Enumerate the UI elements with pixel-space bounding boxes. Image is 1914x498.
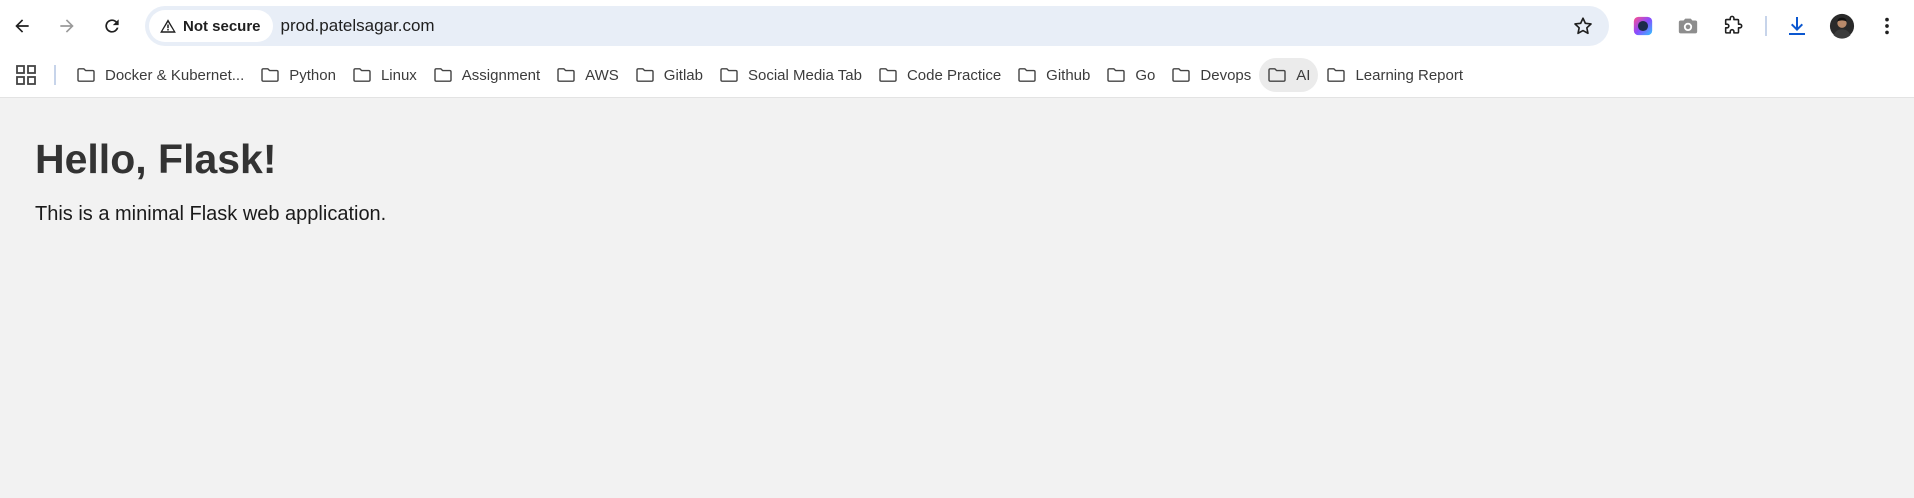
bookmark-label: Devops <box>1200 66 1252 84</box>
folder-icon <box>261 68 279 82</box>
page-content: Hello, Flask! This is a minimal Flask we… <box>0 98 1914 226</box>
address-bar[interactable]: Not secure prod.patelsagar.com <box>145 6 1609 46</box>
apps-button[interactable] <box>14 63 38 87</box>
bookmark-label: Social Media Tab <box>747 66 862 84</box>
folder-icon <box>879 68 897 82</box>
bookmark-folder[interactable]: AI <box>1259 58 1319 92</box>
bookmark-folder[interactable]: Go <box>1098 58 1163 92</box>
bookmark-folder[interactable]: Gitlab <box>627 58 711 92</box>
bookmark-label: Gitlab <box>663 66 703 84</box>
bookmarks-separator <box>54 65 56 85</box>
bookmark-label: Assignment <box>461 66 541 84</box>
color-picker-extension-icon <box>1633 16 1653 36</box>
folder-icon <box>77 68 95 82</box>
bookmark-folder[interactable]: Linux <box>344 58 425 92</box>
bookmark-label: Linux <box>380 66 417 84</box>
browser-chrome: Not secure prod.patelsagar.com Docker & … <box>0 0 1914 98</box>
toolbar-divider <box>1765 16 1767 36</box>
bookmark-folder[interactable]: Github <box>1009 58 1098 92</box>
bookmark-label: Docker & Kubernet... <box>105 66 245 84</box>
apps-grid-icon <box>16 65 36 85</box>
warning-triangle-icon <box>160 19 176 33</box>
folder-icon <box>557 68 575 82</box>
bookmark-label: Python <box>289 66 336 84</box>
bookmark-folder[interactable]: Learning Report <box>1318 58 1471 92</box>
camera-extension-icon <box>1678 18 1698 34</box>
profile-button[interactable] <box>1828 12 1856 40</box>
bookmark-label: Github <box>1046 66 1091 84</box>
reload-button[interactable] <box>94 8 130 44</box>
page-heading: Hello, Flask! <box>35 136 277 182</box>
folder-icon <box>1107 68 1126 82</box>
bookmark-star-button[interactable] <box>1571 14 1595 38</box>
bookmark-folder[interactable]: Code Practice <box>870 58 1009 92</box>
back-button[interactable] <box>4 8 40 44</box>
page-paragraph: This is a minimal Flask web application. <box>35 203 387 225</box>
arrow-left-icon <box>15 19 29 33</box>
arrow-right-icon <box>60 19 74 33</box>
folder-icon <box>1327 68 1346 82</box>
puzzle-icon <box>1724 15 1743 34</box>
bookmark-label: Learning Report <box>1355 66 1464 84</box>
bookmark-folder[interactable]: AWS <box>548 58 627 92</box>
bookmarks-bar: Docker & Kubernet... Python Linux Assignmen… <box>0 52 1914 98</box>
security-label: Not secure <box>183 17 261 35</box>
bookmark-label: AWS <box>585 66 619 84</box>
extensions-button[interactable] <box>1719 12 1747 40</box>
bookmark-list: Docker & Kubernet... Python Linux Assignmen… <box>68 57 1471 93</box>
camera-extension-button[interactable] <box>1674 12 1702 40</box>
profile-avatar <box>1829 13 1855 39</box>
bookmark-folder[interactable]: Social Media Tab <box>711 58 870 92</box>
color-picker-extension-button[interactable] <box>1629 12 1657 40</box>
star-icon <box>1574 17 1592 35</box>
download-icon <box>1789 17 1805 35</box>
folder-icon <box>1018 68 1036 82</box>
bookmark-folder[interactable]: Python <box>252 58 344 92</box>
security-chip[interactable]: Not secure <box>149 10 273 42</box>
browser-menu-button[interactable] <box>1873 12 1901 40</box>
folder-icon <box>636 68 654 82</box>
url-text[interactable]: prod.patelsagar.com <box>281 16 435 36</box>
bookmark-label: Go <box>1135 66 1156 84</box>
folder-icon <box>434 68 452 82</box>
folder-icon <box>1268 68 1286 82</box>
downloads-button[interactable] <box>1783 12 1811 40</box>
browser-toolbar: Not secure prod.patelsagar.com <box>0 0 1914 52</box>
folder-icon <box>353 68 371 82</box>
bookmark-folder[interactable]: Docker & Kubernet... <box>68 58 252 92</box>
kebab-menu-icon <box>1885 17 1889 35</box>
folder-icon <box>1172 68 1191 82</box>
bookmark-label: Code Practice <box>906 66 1002 84</box>
forward-button[interactable] <box>49 8 85 44</box>
reload-icon <box>105 19 119 33</box>
bookmark-label: AI <box>1296 66 1311 84</box>
bookmark-folder[interactable]: Devops <box>1163 58 1259 92</box>
bookmark-folder[interactable]: Assignment <box>425 58 548 92</box>
folder-icon <box>720 68 738 82</box>
